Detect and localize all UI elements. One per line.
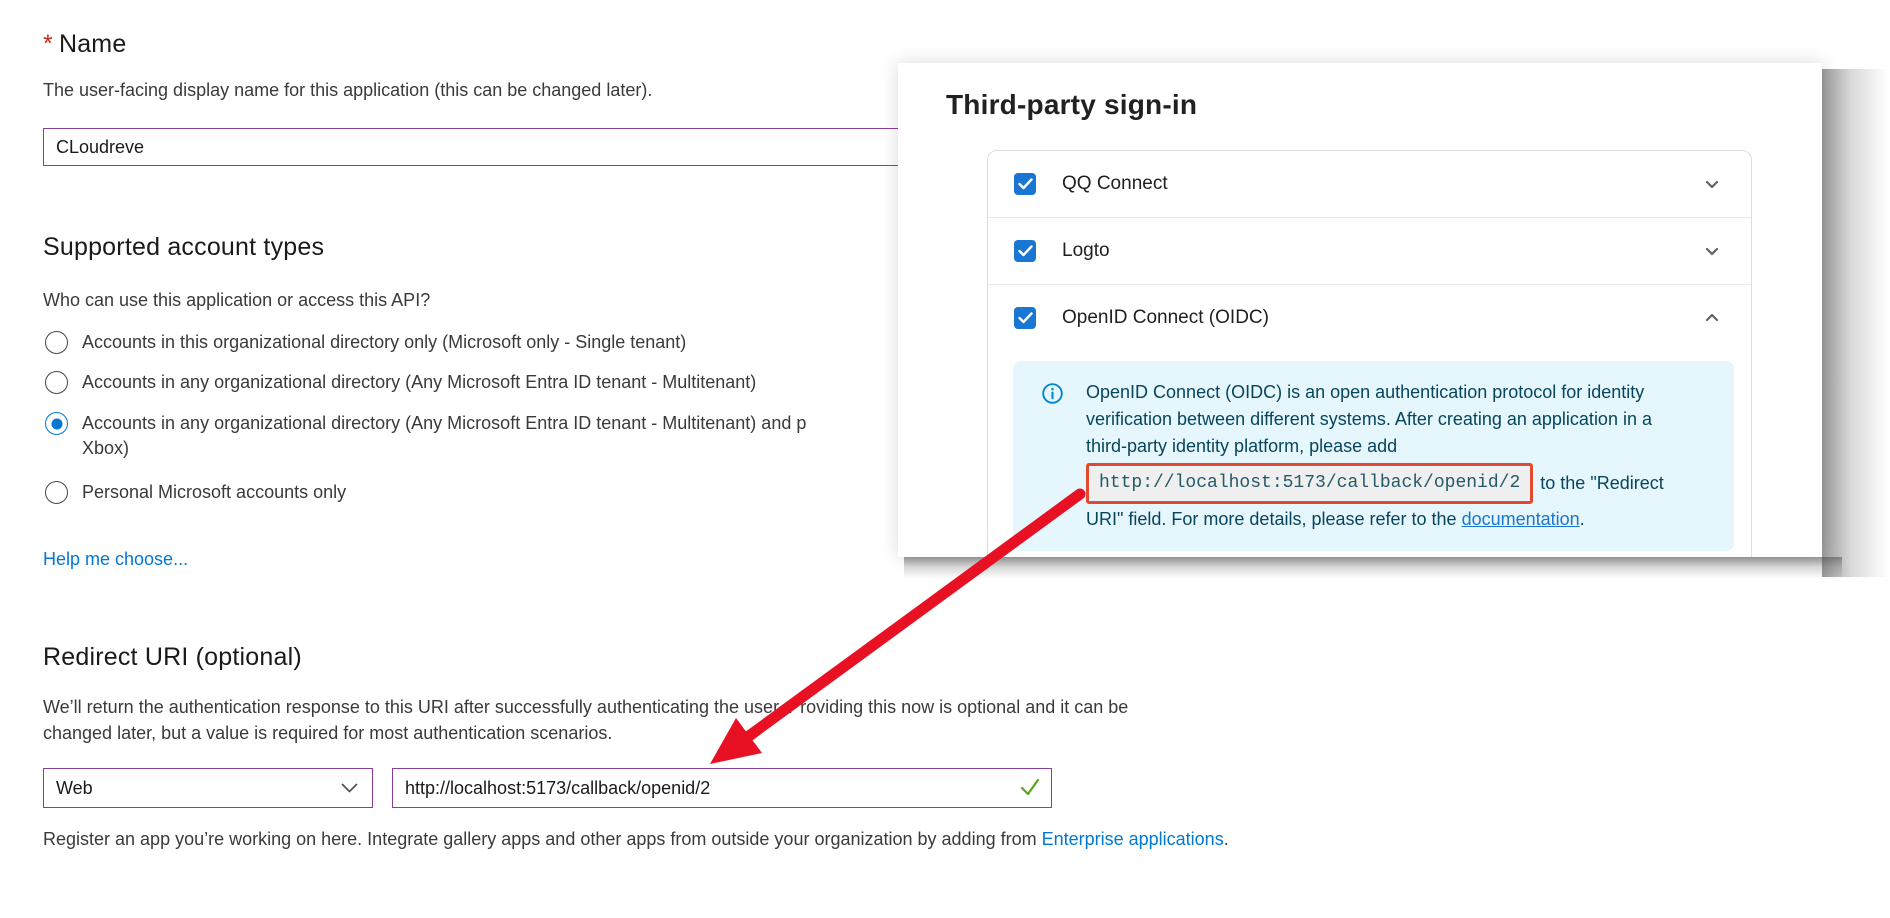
redirect-uri-field-wrap <box>392 768 1052 808</box>
name-field-label: *Name <box>43 30 126 59</box>
radio-multitenant[interactable]: Accounts in any organizational directory… <box>45 371 756 395</box>
chevron-down-icon[interactable] <box>1699 238 1725 264</box>
callback-url-annotation-box: http://localhost:5173/callback/openid/2 <box>1086 463 1533 504</box>
app-registration-screen: *Name The user-facing display name for t… <box>0 0 1890 918</box>
account-types-question: Who can use this application or access t… <box>43 290 430 311</box>
checkbox-checked-icon[interactable] <box>1014 240 1036 262</box>
providers-card: QQ Connect Logto <box>987 150 1752 557</box>
account-types-heading: Supported account types <box>43 233 324 262</box>
required-asterisk: * <box>43 30 53 58</box>
chevron-down-icon[interactable] <box>1699 171 1725 197</box>
chevron-up-icon[interactable] <box>1699 305 1725 331</box>
alert-text: OpenID Connect (OIDC) is an open authent… <box>1086 379 1664 533</box>
radio-single-tenant[interactable]: Accounts in this organizational director… <box>45 331 686 355</box>
redirect-uri-description: We’ll return the authentication response… <box>43 694 1128 746</box>
radio-circle-icon[interactable] <box>45 331 68 354</box>
name-field-description: The user-facing display name for this ap… <box>43 80 652 101</box>
provider-row-oidc[interactable]: OpenID Connect (OIDC) <box>988 285 1751 351</box>
chevron-down-icon <box>341 783 358 793</box>
info-icon <box>1041 382 1064 533</box>
register-footer-text: Register an app you’re working on here. … <box>43 829 1229 850</box>
valid-check-icon <box>1020 778 1040 801</box>
provider-row-logto[interactable]: Logto <box>988 218 1751 285</box>
redirect-uri-input[interactable] <box>392 768 1052 808</box>
enterprise-applications-link[interactable]: Enterprise applications <box>1042 829 1224 849</box>
redirect-uri-heading: Redirect URI (optional) <box>43 643 302 672</box>
platform-select[interactable]: Web <box>43 768 373 808</box>
oidc-info-alert: OpenID Connect (OIDC) is an open authent… <box>1013 361 1734 551</box>
checkbox-checked-icon[interactable] <box>1014 307 1036 329</box>
callback-url-code: http://localhost:5173/callback/openid/2 <box>1090 467 1529 500</box>
radio-circle-icon[interactable] <box>45 481 68 504</box>
radio-multitenant-personal[interactable]: Accounts in any organizational directory… <box>45 412 806 461</box>
panel-content: Third-party sign-in QQ Connect Logto <box>898 63 1822 557</box>
panel-title: Third-party sign-in <box>946 89 1197 121</box>
checkbox-checked-icon[interactable] <box>1014 173 1036 195</box>
radio-personal-only[interactable]: Personal Microsoft accounts only <box>45 481 346 505</box>
help-me-choose-link[interactable]: Help me choose... <box>43 549 188 570</box>
documentation-link[interactable]: documentation <box>1462 509 1580 529</box>
third-party-sign-in-panel: Third-party sign-in QQ Connect Logto <box>898 63 1822 557</box>
radio-circle-icon[interactable] <box>45 371 68 394</box>
radio-selected-icon[interactable] <box>45 412 68 435</box>
provider-row-qq-connect[interactable]: QQ Connect <box>988 151 1751 218</box>
